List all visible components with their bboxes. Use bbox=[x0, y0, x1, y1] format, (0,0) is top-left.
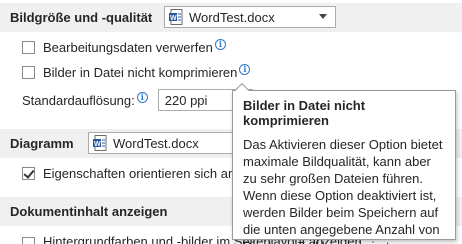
chart-properties-option[interactable]: Eigenschaften orientieren sich am D bbox=[22, 166, 252, 181]
svg-text:W: W bbox=[94, 141, 101, 148]
background-colors-checkbox[interactable] bbox=[22, 237, 35, 244]
tooltip-arrow bbox=[234, 82, 250, 98]
chart-document-select[interactable]: W WordTest.docx bbox=[88, 132, 238, 154]
default-resolution-label: Standardauflösung: bbox=[22, 92, 135, 108]
chevron-down-icon bbox=[319, 14, 327, 19]
info-icon[interactable]: i bbox=[214, 39, 226, 50]
image-quality-document-select[interactable]: W WordTest.docx bbox=[164, 6, 336, 28]
discard-editing-data-checkbox[interactable] bbox=[22, 41, 35, 54]
tooltip: Bilder in Datei nicht komprimieren Das A… bbox=[232, 82, 456, 244]
default-resolution-value: 220 ppi bbox=[164, 92, 208, 108]
word-document-icon: W bbox=[93, 135, 107, 151]
chart-document-name: WordTest.docx bbox=[113, 135, 199, 151]
tooltip-title: Bilder in Datei nicht komprimieren bbox=[243, 98, 366, 128]
word-document-icon: W bbox=[169, 9, 183, 25]
info-icon[interactable]: i bbox=[239, 64, 251, 75]
do-not-compress-checkbox[interactable] bbox=[22, 66, 35, 79]
document-content-section-title: Dokumentinhalt anzeigen bbox=[10, 204, 168, 219]
chart-section-title: Diagramm bbox=[10, 136, 74, 151]
chart-properties-checkbox[interactable] bbox=[22, 167, 35, 180]
discard-editing-data-option[interactable]: Bearbeitungsdaten verwerfen i bbox=[22, 39, 226, 55]
do-not-compress-label: Bilder in Datei nicht komprimieren bbox=[43, 65, 238, 80]
discard-editing-data-label: Bearbeitungsdaten verwerfen bbox=[43, 40, 213, 55]
image-quality-section-title: Bildgröße und -qualität bbox=[10, 10, 153, 25]
do-not-compress-option[interactable]: Bilder in Datei nicht komprimieren i bbox=[22, 64, 251, 80]
tooltip-body: Das Aktivieren dieser Option bietet maxi… bbox=[243, 137, 443, 244]
info-icon[interactable]: i bbox=[136, 91, 148, 103]
svg-text:W: W bbox=[170, 15, 177, 22]
chart-properties-label: Eigenschaften orientieren sich am D bbox=[43, 166, 252, 181]
default-resolution-row: Standardauflösung: i 220 ppi bbox=[22, 89, 253, 111]
image-quality-document-name: WordTest.docx bbox=[189, 9, 275, 25]
